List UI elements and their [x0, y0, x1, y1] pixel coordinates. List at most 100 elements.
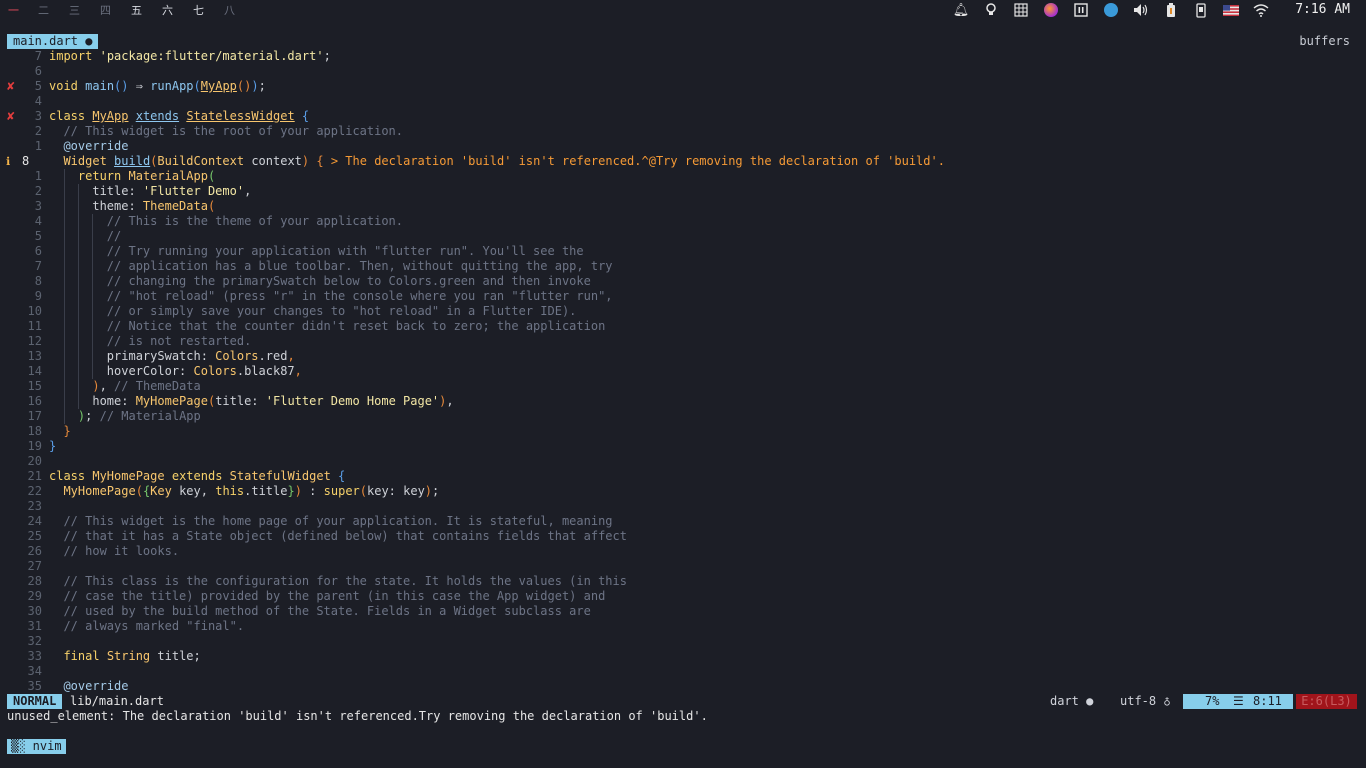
- code-text[interactable]: // application has a blue toolbar. Then,…: [49, 259, 613, 274]
- code-line[interactable]: 7 import 'package:flutter/material.dart';: [0, 49, 1366, 64]
- wifi-icon[interactable]: [1246, 1, 1276, 19]
- code-line[interactable]: 9 // "hot reload" (press "r" in the cons…: [0, 289, 1366, 304]
- workspace-3[interactable]: 三: [69, 2, 80, 18]
- code-text[interactable]: void main() ⇒ runApp(MyApp());: [49, 79, 266, 94]
- code-text[interactable]: final String title;: [49, 649, 200, 664]
- code-line[interactable]: 24 // This widget is the home page of yo…: [0, 514, 1366, 529]
- telegram-icon[interactable]: [1096, 1, 1126, 19]
- volume-icon[interactable]: [1126, 1, 1156, 19]
- code-text[interactable]: // case the title) provided by the paren…: [49, 589, 605, 604]
- code-text[interactable]: // is not restarted.: [49, 334, 252, 349]
- code-line[interactable]: 27: [0, 559, 1366, 574]
- code-text[interactable]: primarySwatch: Colors.red,: [49, 349, 295, 364]
- code-text[interactable]: // Notice that the counter didn't reset …: [49, 319, 606, 334]
- phone-icon[interactable]: [1186, 1, 1216, 19]
- code-text[interactable]: import 'package:flutter/material.dart';: [49, 49, 331, 64]
- code-text[interactable]: @override: [49, 679, 128, 694]
- code-text[interactable]: @override: [49, 139, 128, 154]
- code-line[interactable]: 4: [0, 94, 1366, 109]
- code-line[interactable]: 17 ); // MaterialApp: [0, 409, 1366, 424]
- pause-icon[interactable]: [1066, 1, 1096, 19]
- code-text[interactable]: }: [49, 439, 56, 454]
- code-line[interactable]: 33 final String title;: [0, 649, 1366, 664]
- code-text[interactable]: // always marked "final".: [49, 619, 244, 634]
- code-line[interactable]: 10 // or simply save your changes to "ho…: [0, 304, 1366, 319]
- code-text[interactable]: // This widget is the home page of your …: [49, 514, 612, 529]
- lightbulb-icon[interactable]: [976, 1, 1006, 19]
- code-editor[interactable]: 7 import 'package:flutter/material.dart';…: [0, 49, 1366, 694]
- code-text[interactable]: return MaterialApp(: [49, 169, 215, 184]
- code-text[interactable]: // This widget is the root of your appli…: [49, 124, 403, 139]
- code-line[interactable]: 19}: [0, 439, 1366, 454]
- grid-icon[interactable]: [1006, 1, 1036, 19]
- code-line[interactable]: 5 //: [0, 229, 1366, 244]
- error-sign-icon[interactable]: ✘: [6, 79, 18, 94]
- code-text[interactable]: // used by the build method of the State…: [49, 604, 590, 619]
- workspace-2[interactable]: 二: [38, 2, 49, 18]
- code-line[interactable]: 31 // always marked "final".: [0, 619, 1366, 634]
- code-line[interactable]: 15 ), // ThemeData: [0, 379, 1366, 394]
- code-line[interactable]: 25 // that it has a State object (define…: [0, 529, 1366, 544]
- code-line[interactable]: 35 @override: [0, 679, 1366, 694]
- code-line[interactable]: 6: [0, 64, 1366, 79]
- bell-icon[interactable]: 🔔︎: [946, 1, 976, 19]
- code-text[interactable]: //: [49, 229, 121, 244]
- code-line[interactable]: 11 // Notice that the counter didn't res…: [0, 319, 1366, 334]
- code-line[interactable]: ✘ 3 class MyApp xtends StatelessWidget {: [0, 109, 1366, 124]
- code-text[interactable]: // This is the theme of your application…: [49, 214, 403, 229]
- code-text[interactable]: // Try running your application with "fl…: [49, 244, 584, 259]
- workspace-5[interactable]: 五: [131, 2, 142, 18]
- code-text[interactable]: }: [49, 424, 70, 439]
- clock[interactable]: 7:16 AM: [1295, 2, 1350, 17]
- code-line[interactable]: 18 }: [0, 424, 1366, 439]
- code-text[interactable]: // or simply save your changes to "hot r…: [49, 304, 577, 319]
- code-text[interactable]: class MyHomePage extends StatefulWidget …: [49, 469, 345, 484]
- code-line[interactable]: ℹ8 Widget build(BuildContext context) { …: [0, 154, 1366, 169]
- code-text[interactable]: hoverColor: Colors.black87,: [49, 364, 302, 379]
- code-line[interactable]: 26 // how it looks.: [0, 544, 1366, 559]
- code-line[interactable]: 6 // Try running your application with "…: [0, 244, 1366, 259]
- code-text[interactable]: title: 'Flutter Demo',: [49, 184, 251, 199]
- code-line[interactable]: 3 theme: ThemeData(: [0, 199, 1366, 214]
- firefox-icon[interactable]: [1036, 1, 1066, 19]
- code-text[interactable]: // This class is the configuration for t…: [49, 574, 627, 589]
- code-text[interactable]: // how it looks.: [49, 544, 179, 559]
- code-line[interactable]: 4 // This is the theme of your applicati…: [0, 214, 1366, 229]
- code-text[interactable]: // "hot reload" (press "r" in the consol…: [49, 289, 613, 304]
- error-sign-icon[interactable]: ✘: [6, 109, 18, 124]
- code-text[interactable]: // that it has a State object (defined b…: [49, 529, 627, 544]
- code-text[interactable]: // changing the primarySwatch below to C…: [49, 274, 591, 289]
- code-line[interactable]: 20: [0, 454, 1366, 469]
- code-line[interactable]: 12 // is not restarted.: [0, 334, 1366, 349]
- workspace-4[interactable]: 四: [100, 2, 111, 18]
- code-text[interactable]: Widget build(BuildContext context) { > T…: [49, 154, 944, 169]
- diagnostics-count[interactable]: E:6(L3): [1296, 694, 1357, 709]
- code-text[interactable]: ), // ThemeData: [49, 379, 200, 394]
- workspace-8[interactable]: 八: [224, 2, 235, 18]
- code-line[interactable]: 1 @override: [0, 139, 1366, 154]
- workspace-6[interactable]: 六: [162, 2, 173, 18]
- us-flag-icon[interactable]: [1216, 1, 1246, 19]
- code-line[interactable]: 13 primarySwatch: Colors.red,: [0, 349, 1366, 364]
- code-line[interactable]: 14 hoverColor: Colors.black87,: [0, 364, 1366, 379]
- workspace-1[interactable]: 一: [8, 2, 19, 18]
- code-text[interactable]: theme: ThemeData(: [49, 199, 215, 214]
- code-text[interactable]: class MyApp xtends StatelessWidget {: [49, 109, 309, 124]
- code-text[interactable]: ); // MaterialApp: [49, 409, 201, 424]
- code-line[interactable]: 30 // used by the build method of the St…: [0, 604, 1366, 619]
- code-line[interactable]: 16 home: MyHomePage(title: 'Flutter Demo…: [0, 394, 1366, 409]
- battery-icon[interactable]: [1156, 1, 1186, 19]
- workspace-7[interactable]: 七: [193, 2, 204, 18]
- code-line[interactable]: 32: [0, 634, 1366, 649]
- code-line[interactable]: 2 // This widget is the root of your app…: [0, 124, 1366, 139]
- code-line[interactable]: 2 title: 'Flutter Demo',: [0, 184, 1366, 199]
- code-line[interactable]: 28 // This class is the configuration fo…: [0, 574, 1366, 589]
- tmux-window-nvim[interactable]: ▒░ nvim: [7, 739, 66, 754]
- code-line[interactable]: 34: [0, 664, 1366, 679]
- buffer-tab-main-dart[interactable]: main.dart ●: [7, 34, 99, 49]
- code-text[interactable]: home: MyHomePage(title: 'Flutter Demo Ho…: [49, 394, 453, 409]
- code-text[interactable]: MyHomePage({Key key, this.title}) : supe…: [49, 484, 439, 499]
- code-line[interactable]: 8 // changing the primarySwatch below to…: [0, 274, 1366, 289]
- code-line[interactable]: ✘ 5 void main() ⇒ runApp(MyApp());: [0, 79, 1366, 94]
- code-line[interactable]: 29 // case the title) provided by the pa…: [0, 589, 1366, 604]
